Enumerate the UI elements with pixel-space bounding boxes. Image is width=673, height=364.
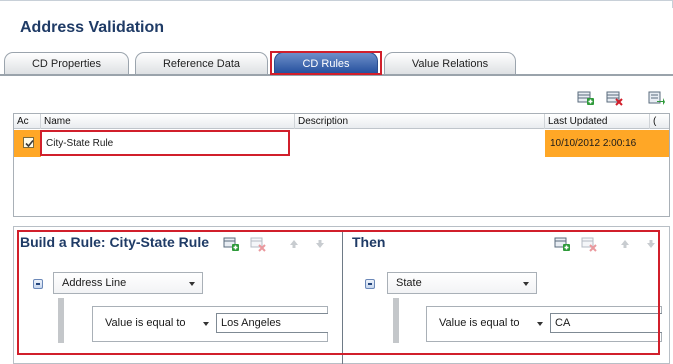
tab-cd-properties[interactable]: CD Properties xyxy=(4,52,129,75)
grid-header: Ac Name Description Last Updated ( xyxy=(14,114,669,129)
column-header-active[interactable]: Ac xyxy=(14,114,41,129)
column-header-last-updated[interactable]: Last Updated xyxy=(545,114,650,129)
add-rule-icon[interactable] xyxy=(577,90,595,106)
active-checkbox[interactable] xyxy=(23,137,34,148)
column-header-description[interactable]: Description xyxy=(295,114,545,129)
top-border xyxy=(0,0,673,1)
rules-grid: Ac Name Description Last Updated ( City-… xyxy=(13,113,670,217)
page-title: Address Validation xyxy=(20,19,165,36)
tab-value-relations[interactable]: Value Relations xyxy=(384,52,516,75)
column-header-more[interactable]: ( xyxy=(650,114,669,129)
name-highlight-box xyxy=(40,130,290,156)
row-last-updated[interactable]: 10/10/2012 2:00:16 xyxy=(545,130,650,157)
export-rule-icon[interactable] xyxy=(647,90,665,106)
column-header-name[interactable]: Name xyxy=(41,114,295,129)
delete-rule-icon[interactable] xyxy=(606,90,624,106)
tab-highlight-box xyxy=(270,51,382,75)
tab-reference-data[interactable]: Reference Data xyxy=(135,52,268,75)
row-description[interactable] xyxy=(295,130,545,157)
builder-highlight-box xyxy=(17,230,660,355)
